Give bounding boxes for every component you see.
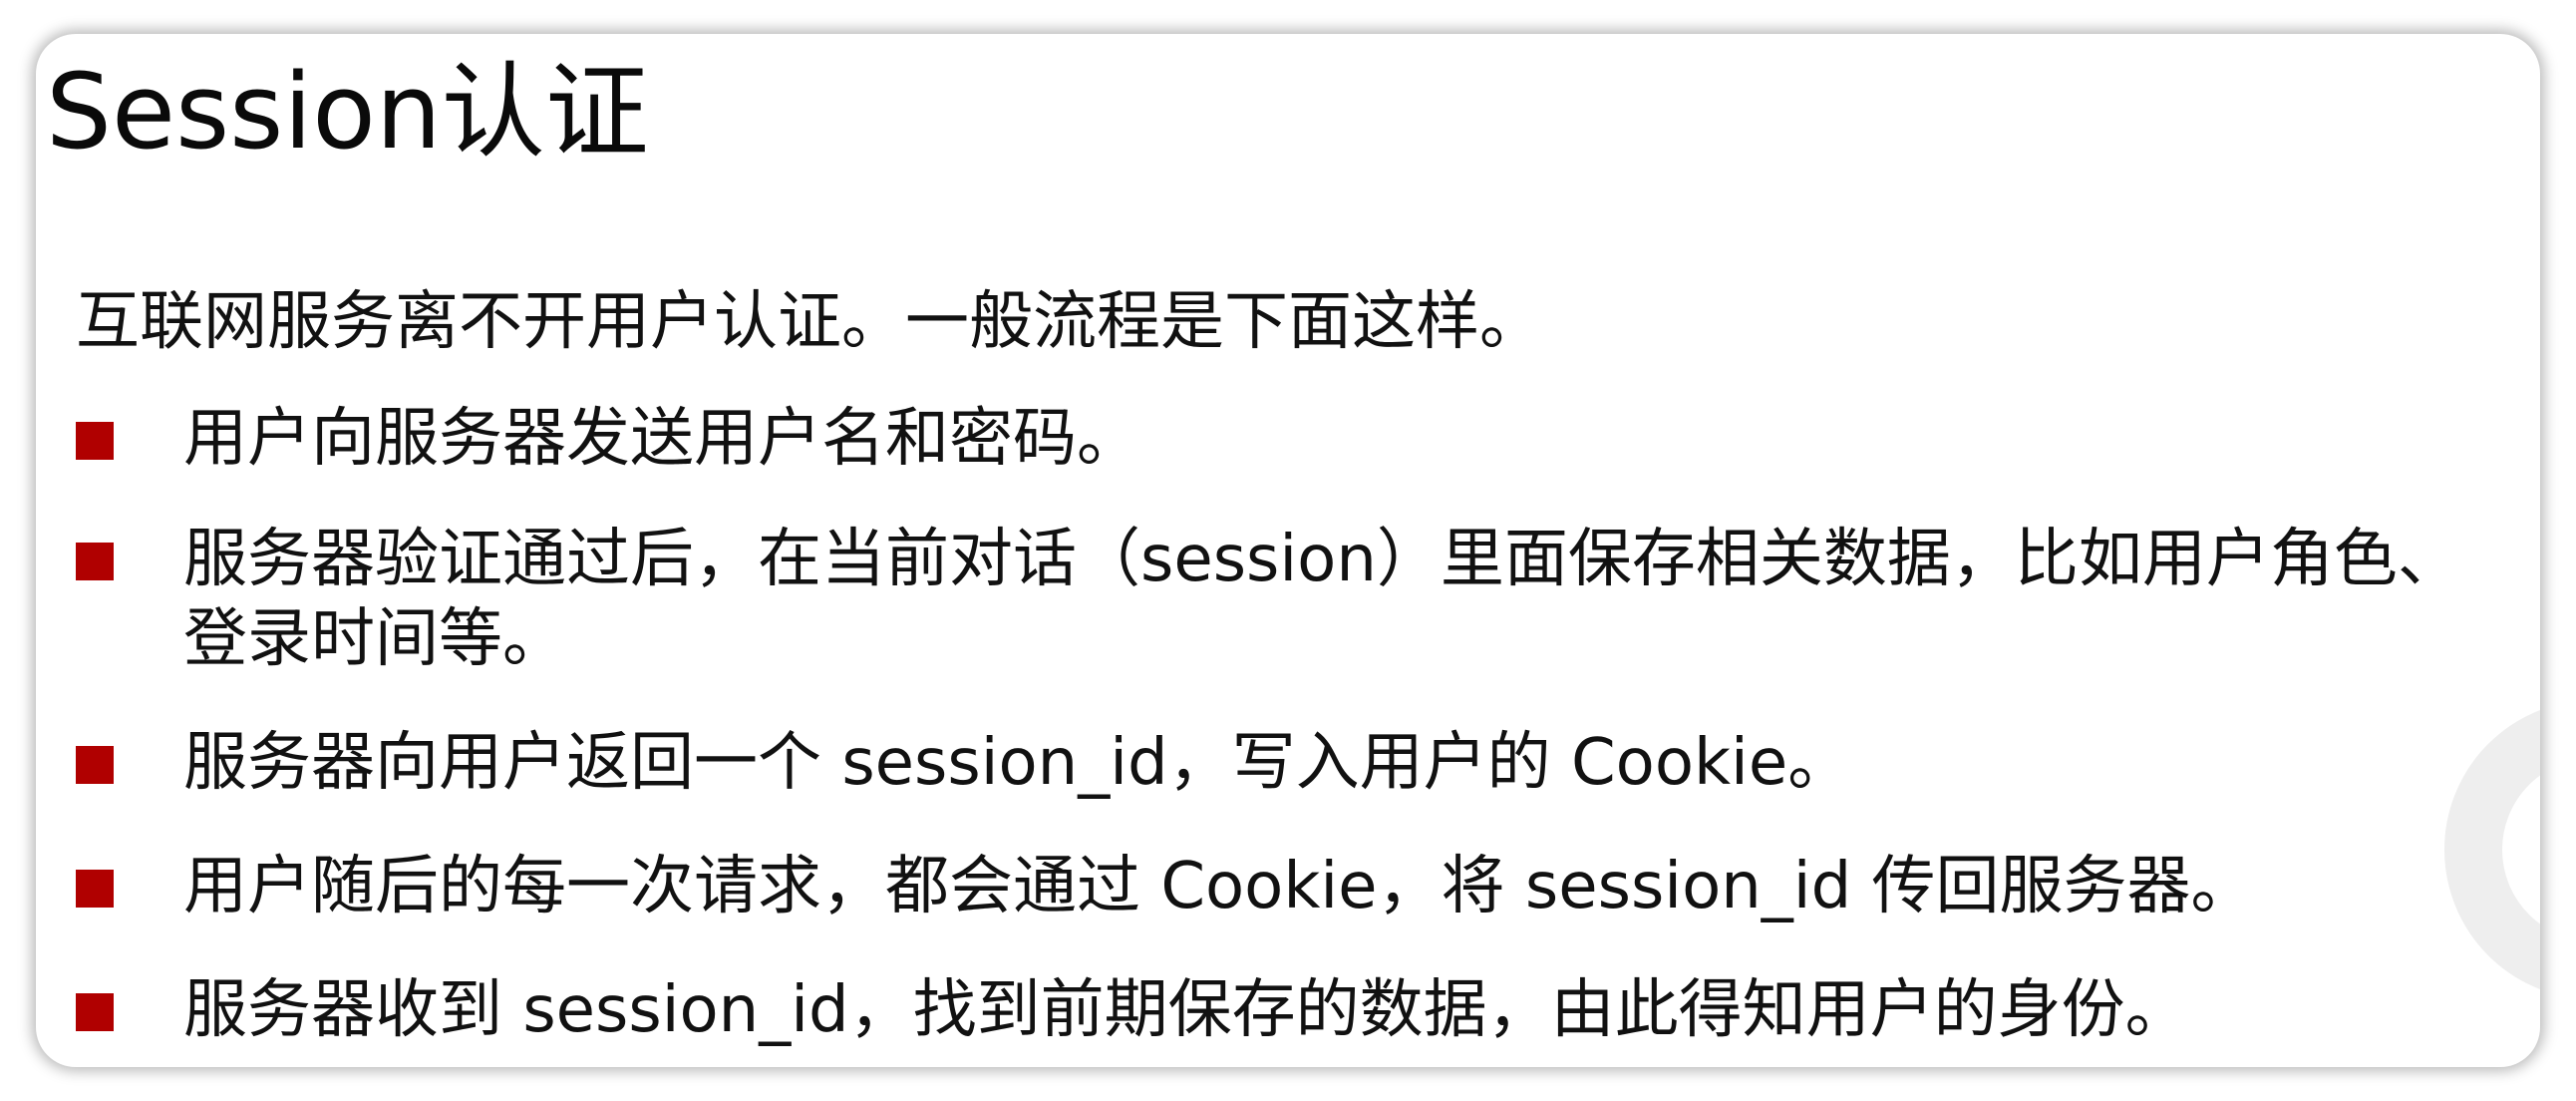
bullet-text: 用户向服务器发送用户名和密码。 bbox=[183, 402, 1140, 476]
bullet-marker bbox=[76, 543, 114, 580]
bullet-marker bbox=[76, 746, 114, 784]
bullet-text: 服务器验证通过后，在当前对话（session）里面保存相关数据，比如用户角色、登… bbox=[183, 523, 2461, 676]
bullet-marker bbox=[76, 993, 114, 1031]
bullet-text: 服务器向用户返回一个 session_id，写入用户的 Cookie。 bbox=[183, 726, 1852, 800]
slide: Session认证 互联网服务离不开用户认证。一般流程是下面这样。 用户向服务器… bbox=[36, 34, 2540, 1067]
bullet-marker bbox=[76, 422, 114, 460]
bullet-text: 服务器收到 session_id，找到前期保存的数据，由此得知用户的身份。 bbox=[183, 973, 2189, 1047]
bullet-marker bbox=[76, 870, 114, 908]
bullet-list: 用户向服务器发送用户名和密码。 服务器验证通过后，在当前对话（session）里… bbox=[36, 34, 2540, 1067]
bullet-text: 用户随后的每一次请求，都会通过 Cookie，将 session_id 传回服务… bbox=[183, 850, 2255, 923]
